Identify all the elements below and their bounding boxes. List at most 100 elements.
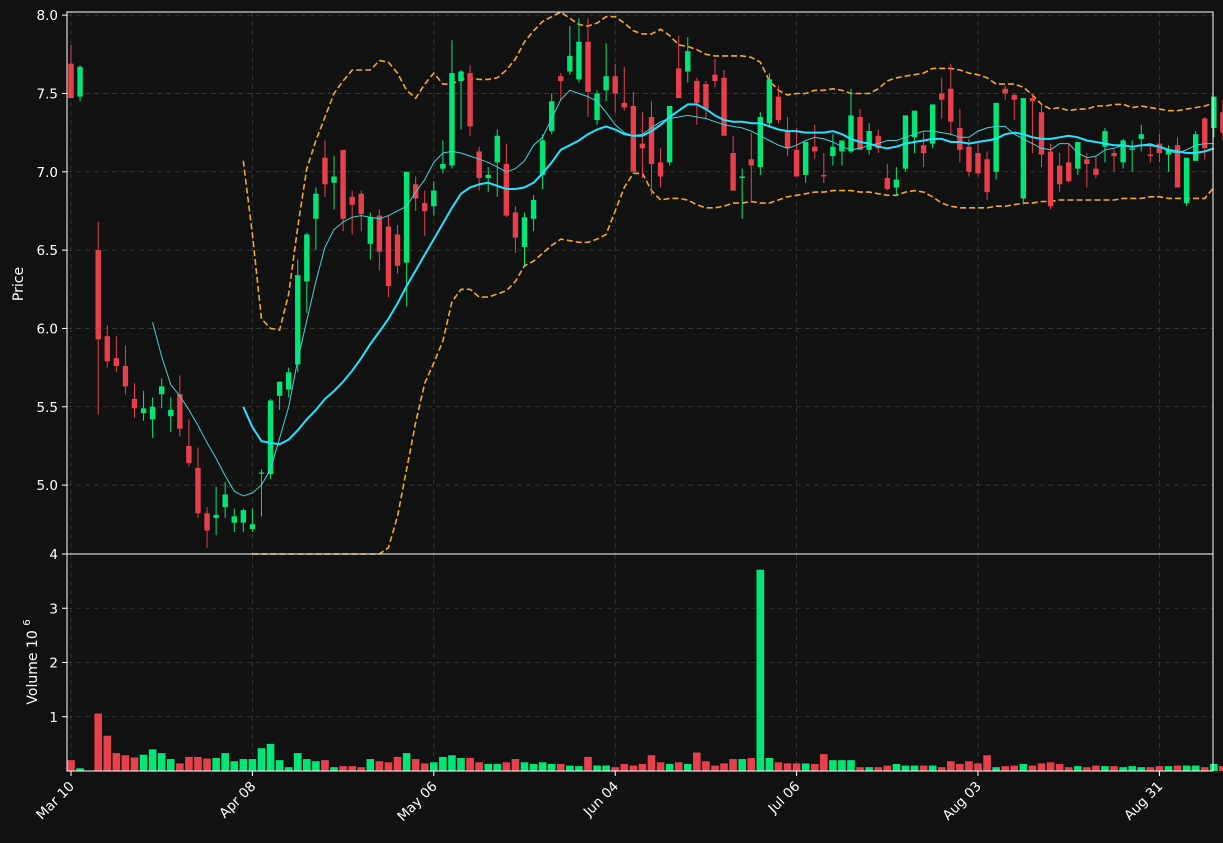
- volume-bar: [683, 763, 692, 771]
- volume-bar: [910, 765, 919, 771]
- volume-bar: [1155, 766, 1164, 771]
- candle-body: [476, 151, 482, 179]
- volume-bar: [1200, 767, 1209, 771]
- volume-bar: [992, 767, 1000, 771]
- volume-bar: [103, 735, 112, 771]
- candle-body: [966, 146, 972, 172]
- volume-bar: [212, 757, 220, 771]
- candlestick-chart: 5.05.56.06.57.07.58.01234Mar 10 Apr 08 May…: [0, 0, 1223, 843]
- volume-bar: [1019, 763, 1028, 771]
- volume-bar: [738, 759, 746, 771]
- candle-body: [784, 131, 791, 149]
- candle-body: [585, 41, 591, 92]
- candle-body: [440, 163, 446, 169]
- candle-body: [893, 179, 900, 188]
- volume-bar: [566, 765, 574, 771]
- price-tick-label: 6.5: [37, 243, 58, 259]
- volume-bar: [756, 569, 765, 771]
- volume-bar: [946, 761, 955, 771]
- volume-bar: [1119, 767, 1127, 771]
- volume-bar: [665, 763, 674, 771]
- volume-bar: [928, 765, 937, 771]
- candle-body: [821, 174, 827, 177]
- volume-bar: [956, 763, 964, 771]
- candle-body: [884, 178, 890, 190]
- candle-body: [204, 513, 210, 531]
- volume-bar: [1210, 763, 1218, 771]
- candle-body: [68, 63, 74, 99]
- candle-body: [848, 115, 854, 152]
- candle-body: [1138, 134, 1144, 139]
- volume-bar: [1219, 766, 1223, 771]
- volume-bar: [1028, 765, 1037, 771]
- volume-bar: [321, 760, 329, 771]
- candle-body: [258, 472, 265, 474]
- candle-body: [222, 494, 228, 508]
- candle-body: [376, 215, 383, 252]
- candle-body: [104, 336, 110, 362]
- volume-axis-label-base: 10: [25, 630, 41, 648]
- volume-bar: [1037, 763, 1046, 771]
- volume-bar: [674, 762, 683, 771]
- volume-bar: [411, 759, 420, 771]
- volume-bar: [366, 759, 375, 771]
- volume-bar: [1128, 766, 1136, 771]
- volume-bar: [702, 761, 710, 771]
- candle-body: [195, 467, 201, 514]
- candle-body: [367, 217, 374, 244]
- volume-bar: [611, 767, 619, 771]
- volume-bar: [711, 765, 719, 771]
- candle-body: [1147, 154, 1154, 157]
- candle-body: [802, 142, 809, 175]
- candle-body: [1192, 134, 1199, 161]
- volume-bar: [829, 760, 837, 771]
- candle-body: [975, 152, 981, 174]
- volume-bar: [493, 763, 502, 771]
- volume-bar: [783, 763, 792, 771]
- candle-body: [830, 146, 836, 157]
- candle-body: [304, 234, 310, 282]
- candle-body: [558, 76, 564, 81]
- candle-body: [1111, 152, 1117, 157]
- candle-body: [458, 71, 464, 81]
- volume-bar: [1001, 766, 1010, 771]
- volume-bar: [203, 758, 211, 771]
- volume-bar: [1101, 766, 1109, 771]
- volume-bar: [765, 757, 774, 771]
- volume-bar: [774, 762, 783, 771]
- volume-tick-label: 1: [49, 710, 58, 726]
- candle-body: [1020, 98, 1027, 199]
- volume-bar: [856, 767, 864, 771]
- volume-bar: [266, 743, 275, 771]
- candle-body: [1047, 151, 1054, 207]
- volume-bar: [575, 766, 583, 771]
- candle-body: [1129, 148, 1135, 150]
- candle-body: [349, 196, 355, 205]
- candle-body: [866, 131, 872, 150]
- volume-bar: [647, 755, 656, 771]
- volume-bar: [1146, 767, 1155, 771]
- volume-tick-label: 4: [49, 547, 58, 563]
- candle-body: [766, 79, 773, 124]
- volume-bar: [847, 760, 855, 771]
- candle-body: [140, 408, 147, 414]
- candle-body: [1093, 168, 1099, 175]
- volume-bar: [1010, 765, 1019, 771]
- candle-body: [240, 510, 247, 523]
- candle-body: [131, 398, 138, 409]
- volume-bar: [157, 753, 166, 771]
- candle-body: [231, 516, 237, 523]
- volume-bar: [529, 763, 538, 771]
- volume-bar: [747, 757, 756, 771]
- volume-bar: [185, 756, 193, 771]
- volume-bar: [556, 763, 565, 771]
- price-tick-label: 7.0: [37, 165, 58, 181]
- volume-bar: [720, 763, 728, 771]
- candle-body: [730, 152, 736, 191]
- candle-body: [521, 217, 528, 247]
- price-tick-label: 6.0: [37, 321, 58, 337]
- candle-body: [630, 105, 637, 172]
- volume-bar: [1046, 762, 1055, 771]
- volume-bar: [430, 762, 438, 771]
- candle-body: [149, 406, 156, 420]
